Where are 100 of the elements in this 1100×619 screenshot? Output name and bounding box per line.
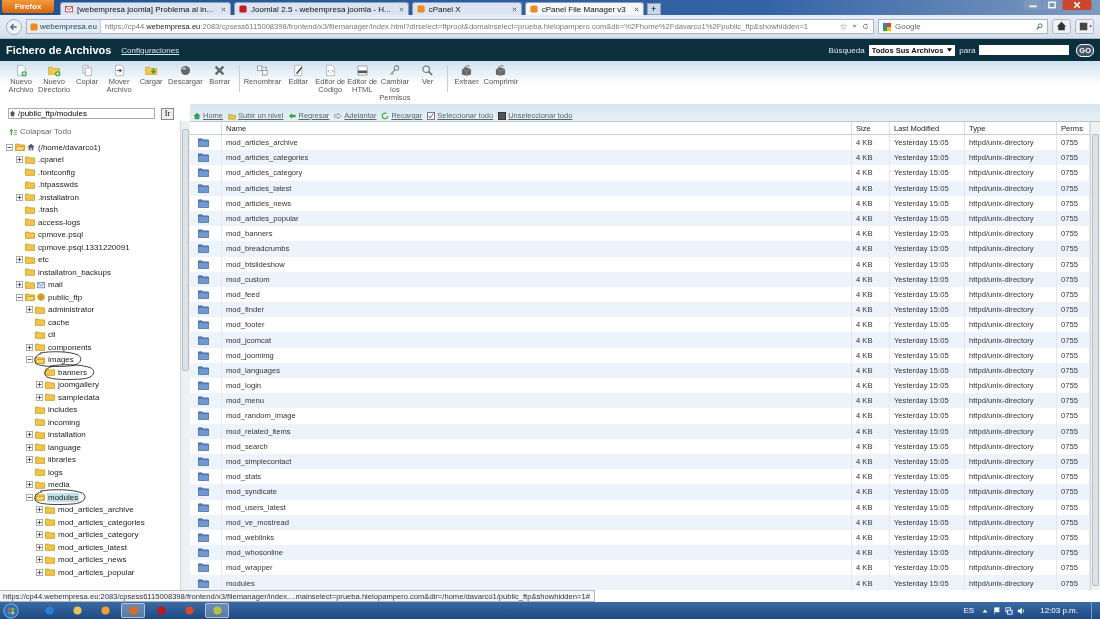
tree-item[interactable]: cpmove.psql.1331220091 <box>37 242 131 252</box>
start-button[interactable] <box>3 602 19 619</box>
expand-toggle[interactable] <box>16 156 23 164</box>
site-badge[interactable]: webempresa.eu <box>27 20 101 33</box>
tree-item[interactable]: access-logs <box>37 217 82 227</box>
close-icon[interactable] <box>1062 0 1092 10</box>
close-icon[interactable] <box>221 6 227 12</box>
minimize-icon[interactable] <box>1024 0 1042 10</box>
tree-item[interactable]: logs <box>47 467 64 477</box>
tree-item[interactable]: banners <box>57 367 88 377</box>
tree-item[interactable]: mod_articles_category <box>57 530 140 540</box>
tree-item[interactable]: images <box>47 355 75 365</box>
collapse-toggle[interactable] <box>16 293 23 301</box>
search-icon[interactable] <box>1036 23 1043 30</box>
expand-toggle[interactable] <box>16 281 23 289</box>
expand-toggle[interactable] <box>26 481 33 489</box>
expand-toggle[interactable] <box>36 518 43 526</box>
browser-tab[interactable]: cPanel X <box>411 2 522 15</box>
new-tab-button[interactable]: + <box>646 3 661 15</box>
network-icon[interactable] <box>1005 606 1014 615</box>
close-icon[interactable] <box>633 6 639 12</box>
tree-item[interactable]: .cpanel <box>37 155 65 165</box>
reload-icon[interactable] <box>862 23 869 30</box>
taskbar-app[interactable] <box>121 603 145 618</box>
toolbar-button[interactable] <box>1075 19 1094 34</box>
expand-toggle[interactable] <box>26 443 33 451</box>
tree-item[interactable]: etc <box>37 255 50 265</box>
folder-icon <box>198 305 209 315</box>
tree-item[interactable]: cli <box>47 330 57 340</box>
tree-item[interactable]: .installatron <box>37 192 80 202</box>
tree-item[interactable]: mod_articles_categories <box>57 517 146 527</box>
tree-item[interactable]: (/home/davarco1) <box>37 142 102 152</box>
tree-item[interactable]: language <box>47 442 82 452</box>
settings-link[interactable]: Configuraciones <box>121 45 180 55</box>
expand-toggle[interactable] <box>26 306 33 314</box>
tree-item[interactable]: installatron_backups <box>37 267 112 277</box>
tree-item[interactable]: public_ftp <box>47 292 84 302</box>
maximize-icon[interactable] <box>1043 0 1061 10</box>
scrollbar[interactable] <box>180 121 190 590</box>
forward-arrow-icon <box>334 111 343 120</box>
close-icon[interactable] <box>398 6 404 12</box>
site-icon <box>529 5 538 13</box>
address-bar[interactable] <box>26 19 874 34</box>
search-input[interactable] <box>979 45 1070 55</box>
folder-icon <box>198 244 209 254</box>
tree-item[interactable]: mail <box>47 280 64 290</box>
expand-toggle[interactable] <box>36 543 43 551</box>
tree-item[interactable]: sampledata <box>57 392 101 402</box>
expand-toggle[interactable] <box>26 456 33 464</box>
tree-item[interactable]: .trash <box>37 205 59 215</box>
taskbar-app[interactable] <box>205 603 229 618</box>
volume-icon[interactable] <box>1017 606 1026 615</box>
tree-item[interactable]: modules <box>47 492 80 502</box>
tree-item[interactable]: installation <box>47 430 87 440</box>
tree-item[interactable]: joomgallery <box>57 380 100 390</box>
expand-toggle[interactable] <box>36 506 43 514</box>
expand-toggle[interactable] <box>26 343 33 351</box>
close-icon[interactable] <box>511 6 517 12</box>
home-button[interactable] <box>1052 19 1071 34</box>
dropdown-icon[interactable] <box>851 23 858 30</box>
tree-item[interactable]: includes <box>47 405 79 415</box>
tree-item[interactable]: administrator <box>47 305 96 315</box>
tree-item[interactable]: .htpasswds <box>37 180 80 190</box>
collapse-toggle[interactable] <box>26 356 33 364</box>
expand-toggle[interactable] <box>36 531 43 539</box>
tree-item[interactable]: incoming <box>47 417 81 427</box>
tree-item[interactable]: .fontconfig <box>37 167 76 177</box>
browser-tab[interactable]: [webempresa joomla] Problema al in... <box>60 2 232 15</box>
expand-toggle[interactable] <box>36 393 43 401</box>
tree-item[interactable]: mod_articles_archive <box>57 505 135 515</box>
tree-item[interactable]: components <box>47 342 93 352</box>
tree-item[interactable]: media <box>47 480 71 490</box>
collapse-toggle[interactable] <box>6 143 13 151</box>
collapse-toggle[interactable] <box>26 493 33 501</box>
go-button[interactable]: Ir <box>161 107 174 120</box>
language-indicator[interactable]: ES <box>960 606 978 615</box>
collapse-all-link[interactable]: Colapsar Todo <box>0 125 180 138</box>
expand-toggle[interactable] <box>36 568 43 576</box>
search-field[interactable]: Google <box>878 19 1048 34</box>
scrollbar[interactable] <box>1090 122 1100 590</box>
tree-item[interactable]: mod_articles_latest <box>57 542 128 552</box>
tree-item[interactable]: mod_articles_popular <box>57 567 136 577</box>
expand-toggle[interactable] <box>36 556 43 564</box>
path-field[interactable]: /public_ftp/modules <box>8 108 155 119</box>
tree-item[interactable]: mod_articles_news <box>57 555 128 565</box>
browser-tab[interactable]: cPanel File Manager v3 <box>524 2 644 15</box>
star-icon[interactable] <box>840 23 847 30</box>
expand-toggle[interactable] <box>16 193 23 201</box>
tree-item[interactable]: cache <box>47 317 71 327</box>
expand-toggle[interactable] <box>36 381 43 389</box>
expand-toggle[interactable] <box>16 256 23 264</box>
back-button[interactable] <box>6 18 22 35</box>
folder-icon <box>198 335 209 345</box>
folder-icon <box>198 198 209 208</box>
tree-item[interactable]: cpmove.psql <box>37 230 84 240</box>
tree-item[interactable]: libraries <box>47 455 77 465</box>
flag-icon[interactable] <box>993 606 1002 615</box>
browser-tab[interactable]: Joomla! 2.5 - webempresa joomla - H... <box>234 2 409 15</box>
clock[interactable]: 12:03 p.m. <box>1037 606 1081 615</box>
expand-toggle[interactable] <box>26 431 33 439</box>
